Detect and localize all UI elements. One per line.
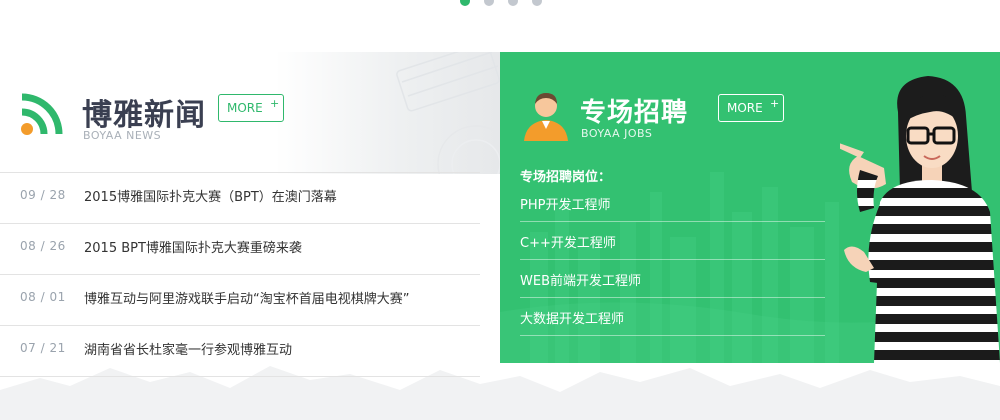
carousel-dot-4[interactable] [532,0,542,6]
more-label: MORE [727,101,763,115]
news-title: 博雅新闻 [82,98,206,133]
position-item[interactable]: 大数据开发工程师 [520,298,825,336]
news-section: 博雅新闻 BOYAA NEWS MORE + 09 / 28 2015博雅国际扑… [0,42,515,377]
position-link[interactable]: 大数据开发工程师 [520,308,624,327]
news-item[interactable]: 09 / 28 2015博雅国际扑克大赛（BPT）在澳门落幕 [0,173,480,224]
position-link[interactable]: WEB前端开发工程师 [520,270,641,289]
positions-list: PHP开发工程师 C++开发工程师 WEB前端开发工程师 大数据开发工程师 [520,184,825,336]
news-item[interactable]: 08 / 01 博雅互动与阿里游戏联手启动“淘宝杯首届电视棋牌大赛” [0,275,480,326]
news-date: 09 / 28 [20,188,66,202]
recruiter-illustration [840,76,1000,363]
carousel-dot-3[interactable] [508,0,518,6]
positions-label: 专场招聘岗位： [520,170,612,185]
news-link[interactable]: 博雅互动与阿里游戏联手启动“淘宝杯首届电视棋牌大赛” [84,288,409,307]
news-list: 09 / 28 2015博雅国际扑克大赛（BPT）在澳门落幕 08 / 26 2… [0,172,480,377]
news-item[interactable]: 07 / 21 湖南省省长杜家毫一行参观博雅互动 [0,326,480,377]
carousel-dots [0,0,1000,10]
news-date: 08 / 01 [20,290,66,304]
news-link[interactable]: 2015 BPT博雅国际扑克大赛重磅来袭 [84,237,302,256]
position-item[interactable]: PHP开发工程师 [520,184,825,222]
news-subtitle: BOYAA NEWS [83,129,162,142]
position-link[interactable]: C++开发工程师 [520,232,616,251]
plus-icon: + [270,97,280,110]
carousel-dot-2[interactable] [484,0,494,6]
jobs-subtitle: BOYAA JOBS [581,127,653,140]
position-item[interactable]: C++开发工程师 [520,222,825,260]
plus-icon: + [770,97,780,110]
news-date: 07 / 21 [20,341,66,355]
news-link[interactable]: 2015博雅国际扑克大赛（BPT）在澳门落幕 [84,186,337,205]
position-item[interactable]: WEB前端开发工程师 [520,260,825,298]
news-more-button[interactable]: MORE + [218,94,284,122]
more-label: MORE [227,101,263,115]
jobs-section: 专场招聘 BOYAA JOBS MORE + 专场招聘岗位： PHP开发工程师 … [500,52,1000,363]
rss-icon [21,93,63,135]
carousel-dot-1[interactable] [460,0,470,6]
jobs-more-button[interactable]: MORE + [718,94,784,122]
news-item[interactable]: 08 / 26 2015 BPT博雅国际扑克大赛重磅来袭 [0,224,480,275]
jobs-title: 专场招聘 [580,98,689,128]
person-icon [524,93,568,141]
news-link[interactable]: 湖南省省长杜家毫一行参观博雅互动 [84,339,292,358]
position-link[interactable]: PHP开发工程师 [520,194,610,213]
news-date: 08 / 26 [20,239,66,253]
